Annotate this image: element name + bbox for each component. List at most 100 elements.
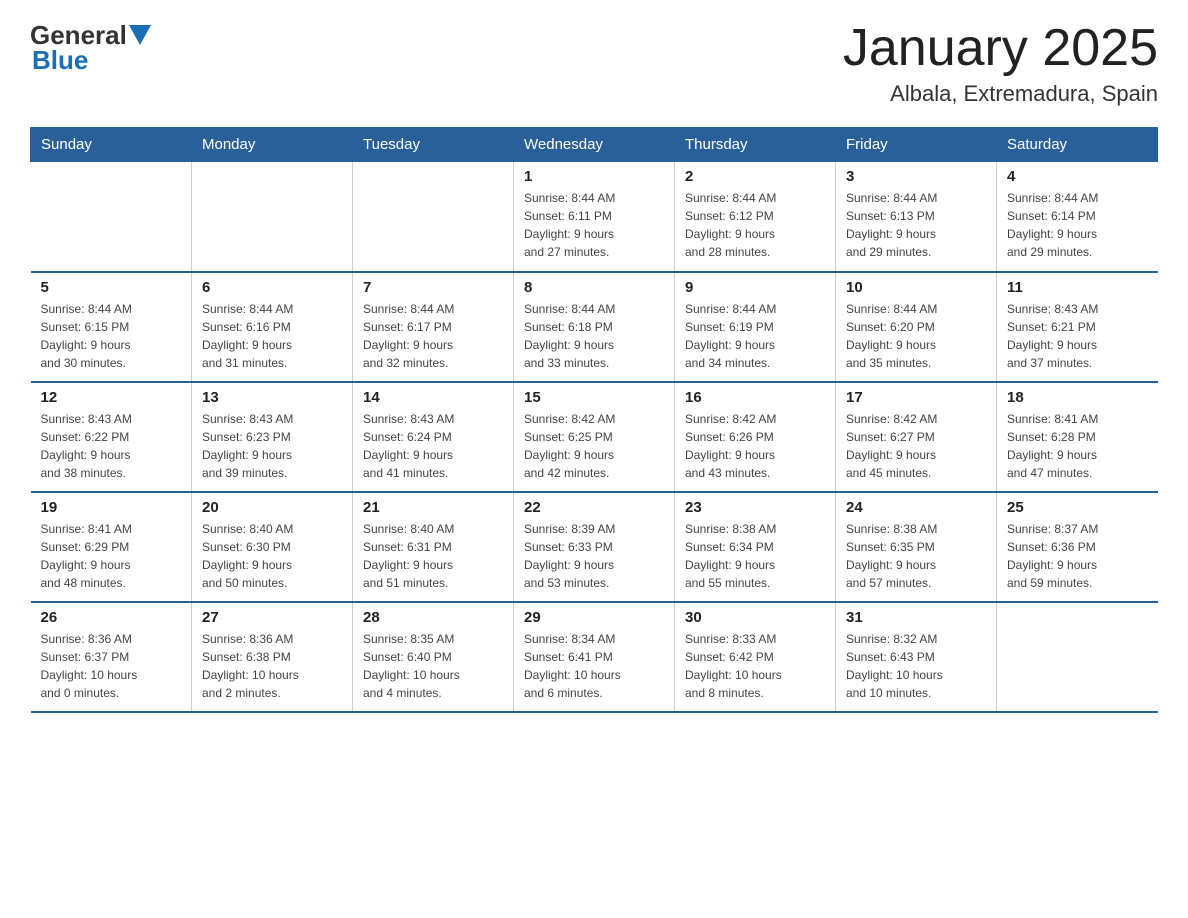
day-number: 22 [524, 499, 664, 516]
calendar-day-cell [31, 162, 192, 272]
day-info: Sunrise: 8:42 AM Sunset: 6:26 PM Dayligh… [685, 410, 825, 482]
calendar-day-cell [353, 162, 514, 272]
day-number: 3 [846, 168, 986, 185]
day-info: Sunrise: 8:34 AM Sunset: 6:41 PM Dayligh… [524, 630, 664, 702]
weekday-header-monday: Monday [192, 128, 353, 162]
day-info: Sunrise: 8:44 AM Sunset: 6:16 PM Dayligh… [202, 300, 342, 372]
calendar-day-cell: 15 Sunrise: 8:42 AM Sunset: 6:25 PM Dayli… [514, 382, 675, 492]
calendar-day-cell: 21 Sunrise: 8:40 AM Sunset: 6:31 PM Dayli… [353, 492, 514, 602]
calendar-day-cell: 19 Sunrise: 8:41 AM Sunset: 6:29 PM Dayli… [31, 492, 192, 602]
day-info: Sunrise: 8:41 AM Sunset: 6:28 PM Dayligh… [1007, 410, 1148, 482]
calendar-day-cell: 29Sunrise: 8:34 AM Sunset: 6:41 PM Dayli… [514, 602, 675, 712]
calendar-day-cell: 4 Sunrise: 8:44 AM Sunset: 6:14 PM Daylig… [997, 162, 1158, 272]
day-info: Sunrise: 8:44 AM Sunset: 6:11 PM Dayligh… [524, 189, 664, 261]
calendar-day-cell: 8 Sunrise: 8:44 AM Sunset: 6:18 PM Daylig… [514, 272, 675, 382]
day-number: 21 [363, 499, 503, 516]
day-info: Sunrise: 8:44 AM Sunset: 6:15 PM Dayligh… [41, 300, 182, 372]
day-number: 8 [524, 279, 664, 296]
day-number: 14 [363, 389, 503, 406]
calendar-day-cell: 5 Sunrise: 8:44 AM Sunset: 6:15 PM Daylig… [31, 272, 192, 382]
day-number: 23 [685, 499, 825, 516]
day-number: 12 [41, 389, 182, 406]
day-number: 7 [363, 279, 503, 296]
calendar-day-cell: 28 Sunrise: 8:35 AM Sunset: 6:40 PM Dayli… [353, 602, 514, 712]
weekday-header-wednesday: Wednesday [514, 128, 675, 162]
day-info: Sunrise: 8:41 AM Sunset: 6:29 PM Dayligh… [41, 520, 182, 592]
weekday-header-thursday: Thursday [675, 128, 836, 162]
day-info: Sunrise: 8:42 AM Sunset: 6:25 PM Dayligh… [524, 410, 664, 482]
day-number: 15 [524, 389, 664, 406]
day-number: 2 [685, 168, 825, 185]
calendar-day-cell: 11Sunrise: 8:43 AM Sunset: 6:21 PM Dayli… [997, 272, 1158, 382]
day-number: 28 [363, 609, 503, 626]
location-title: Albala, Extremadura, Spain [843, 81, 1158, 107]
calendar-day-cell: 12 Sunrise: 8:43 AM Sunset: 6:22 PM Dayli… [31, 382, 192, 492]
calendar-day-cell: 26 Sunrise: 8:36 AM Sunset: 6:37 PM Dayli… [31, 602, 192, 712]
calendar-day-cell: 2Sunrise: 8:44 AM Sunset: 6:12 PM Daylig… [675, 162, 836, 272]
calendar-day-cell: 30 Sunrise: 8:33 AM Sunset: 6:42 PM Dayli… [675, 602, 836, 712]
day-info: Sunrise: 8:32 AM Sunset: 6:43 PM Dayligh… [846, 630, 986, 702]
day-number: 11 [1007, 279, 1148, 296]
day-number: 24 [846, 499, 986, 516]
day-info: Sunrise: 8:36 AM Sunset: 6:38 PM Dayligh… [202, 630, 342, 702]
day-number: 4 [1007, 168, 1148, 185]
day-info: Sunrise: 8:38 AM Sunset: 6:34 PM Dayligh… [685, 520, 825, 592]
day-info: Sunrise: 8:33 AM Sunset: 6:42 PM Dayligh… [685, 630, 825, 702]
day-number: 20 [202, 499, 342, 516]
day-info: Sunrise: 8:44 AM Sunset: 6:18 PM Dayligh… [524, 300, 664, 372]
day-number: 18 [1007, 389, 1148, 406]
calendar-day-cell: 22Sunrise: 8:39 AM Sunset: 6:33 PM Dayli… [514, 492, 675, 602]
calendar-day-cell: 14 Sunrise: 8:43 AM Sunset: 6:24 PM Dayli… [353, 382, 514, 492]
calendar-table: SundayMondayTuesdayWednesdayThursdayFrid… [30, 127, 1158, 713]
day-info: Sunrise: 8:43 AM Sunset: 6:23 PM Dayligh… [202, 410, 342, 482]
day-number: 26 [41, 609, 182, 626]
day-info: Sunrise: 8:36 AM Sunset: 6:37 PM Dayligh… [41, 630, 182, 702]
day-number: 9 [685, 279, 825, 296]
day-number: 5 [41, 279, 182, 296]
calendar-day-cell: 31 Sunrise: 8:32 AM Sunset: 6:43 PM Dayli… [836, 602, 997, 712]
calendar-day-cell: 1 Sunrise: 8:44 AM Sunset: 6:11 PM Daylig… [514, 162, 675, 272]
calendar-day-cell: 16 Sunrise: 8:42 AM Sunset: 6:26 PM Dayli… [675, 382, 836, 492]
day-number: 10 [846, 279, 986, 296]
weekday-header-sunday: Sunday [31, 128, 192, 162]
day-info: Sunrise: 8:35 AM Sunset: 6:40 PM Dayligh… [363, 630, 503, 702]
weekday-header-tuesday: Tuesday [353, 128, 514, 162]
day-info: Sunrise: 8:44 AM Sunset: 6:19 PM Dayligh… [685, 300, 825, 372]
calendar-day-cell: 7Sunrise: 8:44 AM Sunset: 6:17 PM Daylig… [353, 272, 514, 382]
calendar-week-row: 19 Sunrise: 8:41 AM Sunset: 6:29 PM Dayli… [31, 492, 1158, 602]
weekday-header-friday: Friday [836, 128, 997, 162]
calendar-day-cell: 17Sunrise: 8:42 AM Sunset: 6:27 PM Dayli… [836, 382, 997, 492]
day-info: Sunrise: 8:44 AM Sunset: 6:13 PM Dayligh… [846, 189, 986, 261]
day-number: 1 [524, 168, 664, 185]
day-number: 13 [202, 389, 342, 406]
day-info: Sunrise: 8:42 AM Sunset: 6:27 PM Dayligh… [846, 410, 986, 482]
calendar-day-cell: 27 Sunrise: 8:36 AM Sunset: 6:38 PM Dayli… [192, 602, 353, 712]
day-number: 19 [41, 499, 182, 516]
day-info: Sunrise: 8:38 AM Sunset: 6:35 PM Dayligh… [846, 520, 986, 592]
calendar-day-cell: 13 Sunrise: 8:43 AM Sunset: 6:23 PM Dayli… [192, 382, 353, 492]
calendar-day-cell: 6Sunrise: 8:44 AM Sunset: 6:16 PM Daylig… [192, 272, 353, 382]
title-area: January 2025 Albala, Extremadura, Spain [843, 20, 1158, 107]
calendar-day-cell: 24 Sunrise: 8:38 AM Sunset: 6:35 PM Dayli… [836, 492, 997, 602]
month-title: January 2025 [843, 20, 1158, 77]
day-info: Sunrise: 8:40 AM Sunset: 6:31 PM Dayligh… [363, 520, 503, 592]
calendar-day-cell: 3 Sunrise: 8:44 AM Sunset: 6:13 PM Daylig… [836, 162, 997, 272]
calendar-day-cell: 9 Sunrise: 8:44 AM Sunset: 6:19 PM Daylig… [675, 272, 836, 382]
page-header: General Blue January 2025 Albala, Extrem… [30, 20, 1158, 107]
day-number: 30 [685, 609, 825, 626]
day-info: Sunrise: 8:43 AM Sunset: 6:24 PM Dayligh… [363, 410, 503, 482]
day-info: Sunrise: 8:43 AM Sunset: 6:22 PM Dayligh… [41, 410, 182, 482]
day-number: 27 [202, 609, 342, 626]
day-info: Sunrise: 8:44 AM Sunset: 6:20 PM Dayligh… [846, 300, 986, 372]
calendar-day-cell: 23 Sunrise: 8:38 AM Sunset: 6:34 PM Dayli… [675, 492, 836, 602]
calendar-week-row: 1 Sunrise: 8:44 AM Sunset: 6:11 PM Daylig… [31, 162, 1158, 272]
day-info: Sunrise: 8:44 AM Sunset: 6:14 PM Dayligh… [1007, 189, 1148, 261]
weekday-header-saturday: Saturday [997, 128, 1158, 162]
day-number: 31 [846, 609, 986, 626]
logo-triangle-icon [129, 25, 151, 47]
day-number: 16 [685, 389, 825, 406]
day-number: 25 [1007, 499, 1148, 516]
day-info: Sunrise: 8:40 AM Sunset: 6:30 PM Dayligh… [202, 520, 342, 592]
logo: General Blue [30, 20, 151, 76]
calendar-day-cell: 10 Sunrise: 8:44 AM Sunset: 6:20 PM Dayli… [836, 272, 997, 382]
